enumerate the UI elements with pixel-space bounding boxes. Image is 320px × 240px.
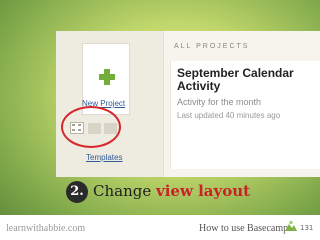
step-number-badge: 2. (66, 181, 88, 203)
page-number: 131 (300, 224, 314, 232)
project-description: Activity for the month (177, 97, 262, 107)
site-name: learnwithabbie.com (6, 223, 86, 234)
caption-emphasis: view layout (156, 182, 251, 200)
project-title-line2: Activity (177, 79, 221, 93)
project-card[interactable]: September Calendar Activity Activity for… (170, 61, 320, 169)
templates-link[interactable]: Templates (86, 153, 122, 162)
project-last-updated: Last updated 40 minutes ago (177, 111, 281, 120)
highlight-circle (61, 106, 121, 148)
all-projects-heading: ALL PROJECTS (174, 43, 250, 50)
caption-lead: Change (93, 182, 156, 200)
basecamp-screenshot: New Project Templates ALL PROJECTS Septe… (56, 31, 320, 177)
plus-icon (99, 69, 115, 85)
caption-text: Change view layout (93, 182, 250, 200)
project-title: September Calendar Activity (177, 67, 320, 93)
guide-title: How to use Basecamp (199, 223, 289, 234)
project-title-line1: September Calendar (177, 66, 294, 80)
projects-sidebar: New Project Templates (56, 31, 164, 177)
basecamp-logo-icon (285, 220, 297, 231)
